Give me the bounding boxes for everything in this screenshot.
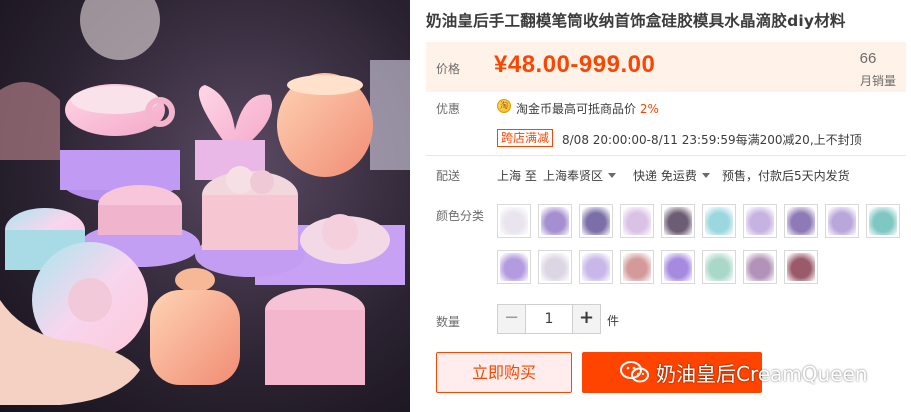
- color-swatch[interactable]: [620, 204, 654, 238]
- monthly-sales-count: 66: [859, 50, 877, 67]
- discount-detail: 8/08 20:00:00-8/11 23:59:59每满200减20,上不封顶: [562, 133, 862, 147]
- color-swatch[interactable]: [538, 204, 572, 238]
- swatch-purple-mold-icon: [541, 207, 569, 235]
- color-swatch[interactable]: [579, 204, 613, 238]
- color-swatch[interactable]: [784, 204, 818, 238]
- shipping-method-selector[interactable]: 快递 免运费: [633, 167, 710, 184]
- swatch-lilac-icon: [582, 253, 610, 281]
- section-divider: [426, 155, 906, 156]
- coin-promo-desc: 淘金币最高可抵商品价: [516, 102, 640, 116]
- color-swatch[interactable]: [866, 204, 900, 238]
- ship-from: 上海 至: [497, 169, 537, 183]
- cross-store-discount-badge[interactable]: 跨店满减: [497, 129, 554, 147]
- color-swatch[interactable]: [825, 204, 859, 238]
- watermark: 奶油皇后CreamQueen: [620, 358, 868, 386]
- quantity-increase-button[interactable]: +: [572, 305, 600, 333]
- coin-icon: 淘: [497, 99, 511, 113]
- watermark-text: 奶油皇后CreamQueen: [656, 361, 868, 386]
- swatch-jar-icon: [787, 207, 815, 235]
- swatch-flower-icon: [746, 207, 774, 235]
- ship-to-selector[interactable]: 上海奉贤区: [543, 167, 617, 184]
- color-swatch[interactable]: [579, 250, 613, 284]
- swatch-clear-icon: [541, 253, 569, 281]
- quantity-unit: 件: [607, 314, 620, 328]
- color-swatch[interactable]: [497, 204, 531, 238]
- swatch-mauve-icon: [746, 253, 774, 281]
- color-swatch[interactable]: [743, 250, 777, 284]
- price-value: ¥48.00-999.00: [494, 51, 656, 78]
- color-swatch[interactable]: [702, 250, 736, 284]
- swatch-round-icon: [828, 207, 856, 235]
- monthly-sales-label: 月销量: [859, 74, 896, 88]
- shipping-label: 配送: [436, 169, 461, 183]
- price-panel: 价格 ¥48.00-999.00 66 月销量: [426, 42, 906, 92]
- color-swatch[interactable]: [661, 250, 695, 284]
- chevron-down-icon: [701, 173, 710, 178]
- color-swatch[interactable]: [784, 250, 818, 284]
- swatch-teal-icon: [869, 207, 897, 235]
- color-swatch[interactable]: [538, 250, 572, 284]
- wechat-icon: [620, 361, 649, 383]
- swatch-box-icon: [623, 207, 651, 235]
- coin-promo-text: 淘金币最高可抵商品价 2%: [516, 100, 659, 117]
- swatch-grid-icon: [500, 207, 528, 235]
- product-photo-illustration: [0, 0, 410, 405]
- quantity-label: 数量: [436, 315, 461, 329]
- buy-now-button[interactable]: 立即购买: [436, 352, 572, 393]
- color-swatch[interactable]: [620, 250, 654, 284]
- color-swatch[interactable]: [702, 204, 736, 238]
- ship-to-value: 上海奉贤区: [543, 169, 604, 183]
- swatch-violet-icon: [664, 253, 692, 281]
- swatch-lavender-icon: [500, 253, 528, 281]
- shipping-method-value: 快递 免运费: [633, 169, 697, 183]
- color-options-label: 颜色分类: [436, 209, 485, 223]
- product-photo: [0, 0, 410, 412]
- swatch-dark-box-icon: [664, 207, 692, 235]
- swatch-mint-icon: [705, 253, 733, 281]
- price-label: 价格: [436, 62, 461, 76]
- quantity-stepper: − 1 +: [497, 304, 601, 334]
- swatch-cup-icon: [582, 207, 610, 235]
- promotion-label: 优惠: [436, 102, 461, 116]
- presale-note: 预售，付款后5天内发货: [722, 169, 850, 183]
- swatch-berry-icon: [787, 253, 815, 281]
- swatch-rose-icon: [623, 253, 651, 281]
- chevron-down-icon: [608, 173, 617, 178]
- color-swatch[interactable]: [743, 204, 777, 238]
- product-title: 奶油皇后手工翻模笔筒收纳首饰盒硅胶模具水晶滴胶diy材料: [426, 12, 846, 30]
- color-swatch[interactable]: [497, 250, 531, 284]
- quantity-decrease-button[interactable]: −: [498, 305, 526, 333]
- color-swatch[interactable]: [661, 204, 695, 238]
- swatch-aqua-icon: [705, 207, 733, 235]
- coin-promo-percent: 2%: [639, 102, 659, 116]
- quantity-input[interactable]: 1: [526, 305, 572, 333]
